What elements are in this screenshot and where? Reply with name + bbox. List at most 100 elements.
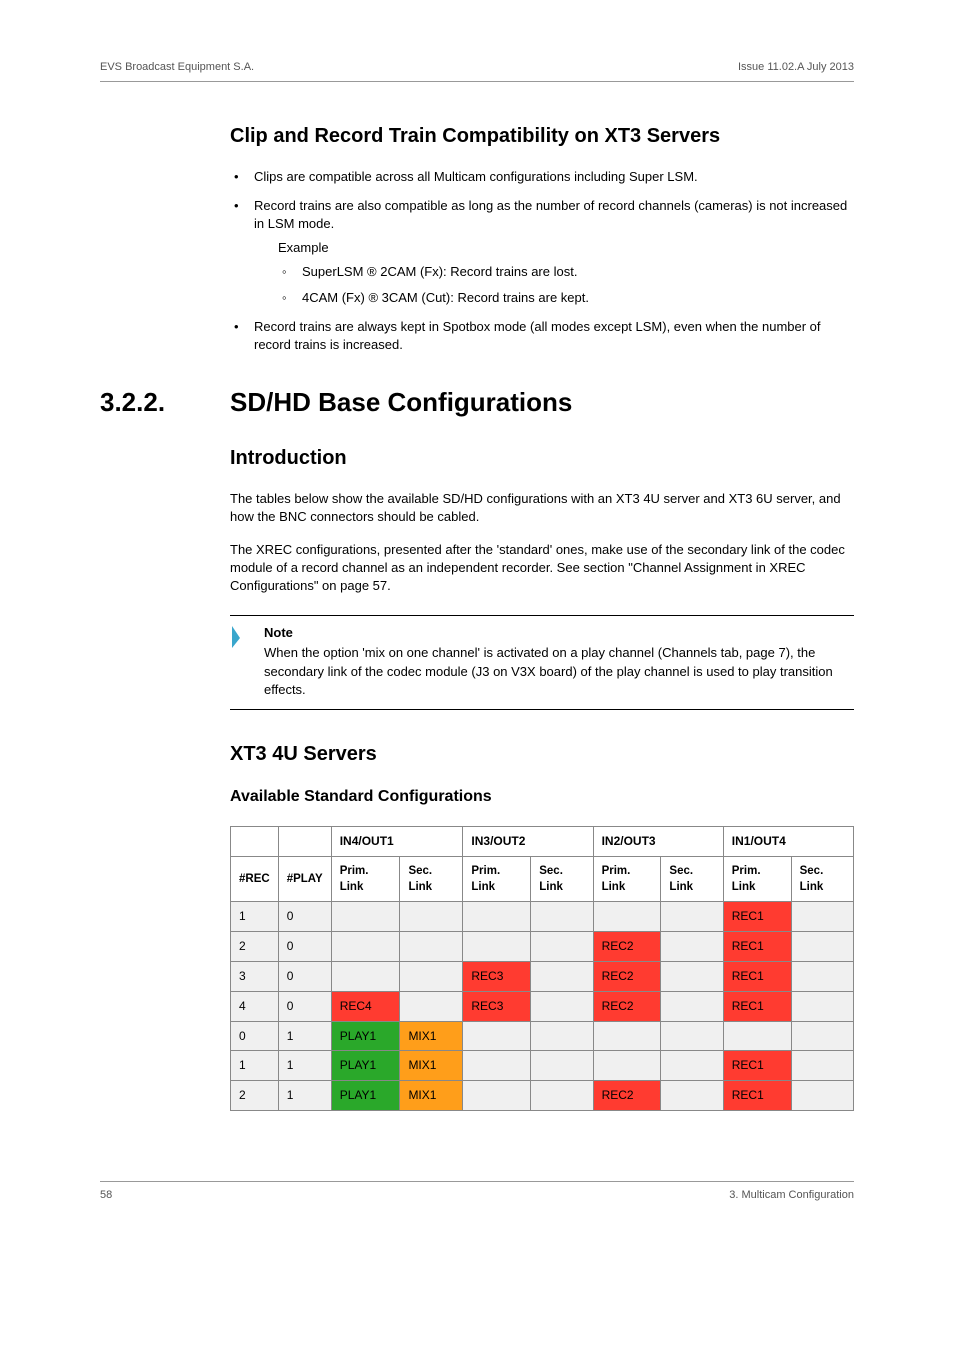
- cell: [531, 932, 593, 962]
- cell: MIX1: [400, 1021, 463, 1051]
- th-sec-4: Sec. Link: [791, 857, 853, 902]
- cell: REC3: [463, 991, 531, 1021]
- cell: MIX1: [400, 1081, 463, 1111]
- page-number: 58: [100, 1188, 112, 1203]
- header-right: Issue 11.02.A July 2013: [738, 60, 854, 75]
- cell-play: 0: [278, 902, 331, 932]
- th-sec-1: Sec. Link: [400, 857, 463, 902]
- bullet-3: Record trains are always kept in Spotbox…: [230, 318, 854, 354]
- th-sec-3: Sec. Link: [661, 857, 723, 902]
- th-blank-1: [231, 827, 279, 857]
- cell: [593, 1021, 661, 1051]
- note-block: Note When the option 'mix on one channel…: [230, 615, 854, 710]
- table-row: 20REC2REC1: [231, 932, 854, 962]
- heading-introduction: Introduction: [230, 444, 854, 472]
- cell: [791, 1021, 853, 1051]
- heading-xt3-4u: XT3 4U Servers: [230, 740, 854, 768]
- th-io3: IN2/OUT3: [593, 827, 723, 857]
- note-body-text: When the option 'mix on one channel' is …: [264, 644, 854, 699]
- compat-bullets: Clips are compatible across all Multicam…: [230, 168, 854, 354]
- cell: REC1: [723, 902, 791, 932]
- cell-rec: 2: [231, 932, 279, 962]
- note-title: Note: [264, 624, 854, 642]
- th-prim-2: Prim. Link: [463, 857, 531, 902]
- table-row: 11PLAY1MIX1REC1: [231, 1051, 854, 1081]
- cell: [400, 961, 463, 991]
- cell: REC2: [593, 991, 661, 1021]
- cell: [661, 1051, 723, 1081]
- heading-clip-compat: Clip and Record Train Compatibility on X…: [230, 122, 854, 150]
- bullet-2-text: Record trains are also compatible as lon…: [254, 198, 847, 231]
- cell: [593, 1051, 661, 1081]
- cell: [531, 961, 593, 991]
- example-item-2: 4CAM (Fx) ® 3CAM (Cut): Record trains ar…: [278, 289, 854, 307]
- cell: [400, 991, 463, 1021]
- cell-rec: 1: [231, 902, 279, 932]
- cell: REC1: [723, 961, 791, 991]
- table-row: 01PLAY1MIX1: [231, 1021, 854, 1051]
- section-title: SD/HD Base Configurations: [230, 384, 572, 420]
- cell: [661, 932, 723, 962]
- cell: [593, 902, 661, 932]
- cell: [791, 932, 853, 962]
- table-row: 10 REC1: [231, 902, 854, 932]
- cell: [463, 1021, 531, 1051]
- th-prim-1: Prim. Link: [331, 857, 400, 902]
- cell-play: 0: [278, 991, 331, 1021]
- cell: REC3: [463, 961, 531, 991]
- cell: [400, 932, 463, 962]
- cell: [661, 1081, 723, 1111]
- cell: [400, 902, 463, 932]
- th-play: #PLAY: [278, 857, 331, 902]
- cell: [331, 932, 400, 962]
- cell: [463, 1081, 531, 1111]
- note-icon: [230, 624, 252, 699]
- cell: REC1: [723, 1081, 791, 1111]
- cell: REC1: [723, 1051, 791, 1081]
- cell-rec: 1: [231, 1051, 279, 1081]
- cell: [661, 1021, 723, 1051]
- cell: [531, 1051, 593, 1081]
- cell-rec: 4: [231, 991, 279, 1021]
- th-io1: IN4/OUT1: [331, 827, 463, 857]
- intro-para-1: The tables below show the available SD/H…: [230, 490, 854, 526]
- cell: PLAY1: [331, 1051, 400, 1081]
- cell: [723, 1021, 791, 1051]
- table-row: 30REC3REC2REC1: [231, 961, 854, 991]
- th-io4: IN1/OUT4: [723, 827, 853, 857]
- cell: [531, 991, 593, 1021]
- cell: [791, 961, 853, 991]
- th-prim-4: Prim. Link: [723, 857, 791, 902]
- cell: [531, 1081, 593, 1111]
- header-rule: [100, 81, 854, 82]
- cell: PLAY1: [331, 1021, 400, 1051]
- cell-rec: 3: [231, 961, 279, 991]
- example-label: Example: [278, 239, 854, 257]
- cell: [463, 1051, 531, 1081]
- cell-play: 0: [278, 961, 331, 991]
- cell: PLAY1: [331, 1081, 400, 1111]
- cell: [531, 1021, 593, 1051]
- footer-chapter: 3. Multicam Configuration: [729, 1188, 854, 1203]
- th-sec-2: Sec. Link: [531, 857, 593, 902]
- example-items: SuperLSM ® 2CAM (Fx): Record trains are …: [278, 263, 854, 307]
- cell: [331, 961, 400, 991]
- cell: [661, 991, 723, 1021]
- cell-play: 1: [278, 1081, 331, 1111]
- intro-para-2: The XREC configurations, presented after…: [230, 541, 854, 596]
- cell: REC2: [593, 932, 661, 962]
- example-item-1: SuperLSM ® 2CAM (Fx): Record trains are …: [278, 263, 854, 281]
- cell: [531, 902, 593, 932]
- bullet-2: Record trains are also compatible as lon…: [230, 197, 854, 308]
- cell-play: 1: [278, 1021, 331, 1051]
- th-blank-2: [278, 827, 331, 857]
- table-row: 21PLAY1MIX1REC2REC1: [231, 1081, 854, 1111]
- bullet-1: Clips are compatible across all Multicam…: [230, 168, 854, 186]
- cell: [661, 961, 723, 991]
- cell: REC2: [593, 1081, 661, 1111]
- cell: MIX1: [400, 1051, 463, 1081]
- header-left: EVS Broadcast Equipment S.A.: [100, 60, 254, 75]
- th-rec: #REC: [231, 857, 279, 902]
- cell-play: 0: [278, 932, 331, 962]
- cell: [463, 932, 531, 962]
